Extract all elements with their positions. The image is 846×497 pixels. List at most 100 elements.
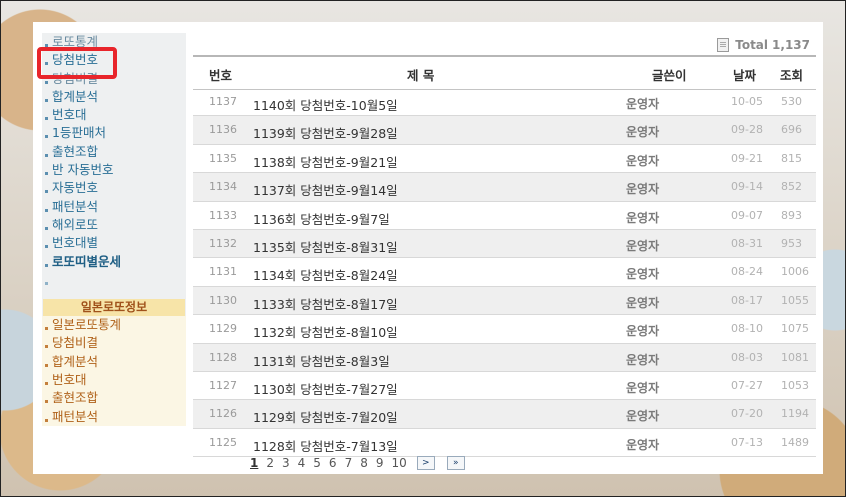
header-title: 제 목 <box>407 68 435 83</box>
row-date: 10-05 <box>731 95 763 108</box>
row-title-link[interactable]: 1138회 당첨번호-9월21일 <box>253 152 398 171</box>
table-header: 번호 제 목 글쓴이 날짜 조회 <box>193 55 816 90</box>
row-title-link[interactable]: 1140회 당첨번호-10월5일 <box>253 95 398 114</box>
row-date: 09-07 <box>731 208 763 222</box>
row-number: 1126 <box>209 407 237 421</box>
row-title-link[interactable]: 1135회 당첨번호-8월31일 <box>253 237 398 256</box>
sidebar-item-overseas-lotto[interactable]: 해외로또 <box>42 216 186 234</box>
table-row: 1137 1140회 당첨번호-10월5일 운영자 10-05 530 <box>193 88 816 117</box>
row-title-link[interactable]: 1136회 당첨번호-9월7일 <box>253 209 390 228</box>
table-body: 1137 1140회 당첨번호-10월5일 운영자 10-05 530 1136… <box>193 88 816 458</box>
row-date: 07-27 <box>731 378 763 392</box>
row-writer: 운영자 <box>626 153 660 168</box>
row-number: 1132 <box>209 236 237 250</box>
page-link-6[interactable]: 6 <box>325 456 341 470</box>
table-row: 1125 1128회 당첨번호-7월13일 운영자 07-13 1489 <box>193 429 816 458</box>
row-writer: 운영자 <box>626 238 660 253</box>
row-number: 1135 <box>209 151 237 165</box>
last-page-button[interactable]: » <box>446 456 465 470</box>
row-number: 1129 <box>209 322 237 336</box>
row-title-link[interactable]: 1139회 당첨번호-9월28일 <box>253 123 398 142</box>
sidebar-item-auto-numbers[interactable]: 자동번호 <box>42 179 186 197</box>
sidebar-item-by-number-range[interactable]: 번호대별 <box>42 234 186 252</box>
row-title-link[interactable]: 1137회 당첨번호-9월14일 <box>253 180 398 199</box>
row-views: 1055 <box>781 293 809 307</box>
sidebar-item-appearance-combo[interactable]: 출현조합 <box>42 143 186 161</box>
row-writer: 운영자 <box>626 295 660 310</box>
table-row: 1132 1135회 당첨번호-8월31일 운영자 08-31 953 <box>193 229 816 259</box>
next-page-button[interactable]: > <box>416 456 435 470</box>
row-date: 08-03 <box>731 350 763 364</box>
row-number: 1133 <box>209 208 237 222</box>
header-views: 조회 <box>780 68 804 83</box>
table-row: 1128 1131회 당첨번호-8월3일 운영자 08-03 1081 <box>193 343 816 372</box>
sidebar-item-sum-analysis[interactable]: 합계분석 <box>42 88 186 106</box>
japan-item-appearance-combo[interactable]: 출현조합 <box>42 389 186 407</box>
table-row: 1129 1132회 당첨번호-8월10일 운영자 08-10 1075 <box>193 315 816 344</box>
page-link-9[interactable]: 9 <box>372 456 388 470</box>
row-date: 08-24 <box>731 265 763 279</box>
pagination: 1 2 3 4 5 6 7 8 9 10 > » <box>246 456 465 470</box>
row-title-link[interactable]: 1128회 당첨번호-7월13일 <box>253 436 398 455</box>
row-views: 1194 <box>781 407 809 421</box>
row-views: 1489 <box>781 435 809 449</box>
row-date: 09-14 <box>731 180 763 194</box>
page-link-4[interactable]: 4 <box>294 456 310 470</box>
total-count: Total 1,137 <box>717 38 810 52</box>
sidebar-item-pattern-analysis[interactable]: 패턴분석 <box>42 198 186 216</box>
japan-lotto-header: 일본로또정보 <box>43 299 185 317</box>
content-panel: 로또통계 당첨번호 당첨비결 합계분석 번호대 1등판매처 출현조합 반 자동번… <box>33 22 823 474</box>
table-row: 1130 1133회 당첨번호-8월17일 운영자 08-17 1055 <box>193 286 816 316</box>
japan-item-sum-analysis[interactable]: 합계분석 <box>42 353 186 371</box>
row-number: 1125 <box>209 435 237 449</box>
page-link-2[interactable]: 2 <box>262 456 278 470</box>
table-row: 1131 1134회 당첨번호-8월24일 운영자 08-24 1006 <box>193 258 816 287</box>
row-writer: 운영자 <box>626 125 660 140</box>
page-link-3[interactable]: 3 <box>278 456 294 470</box>
row-number: 1130 <box>209 293 237 307</box>
row-date: 09-28 <box>731 123 763 137</box>
page-link-5[interactable]: 5 <box>309 456 325 470</box>
page-link-10[interactable]: 10 <box>387 456 410 470</box>
row-views: 1006 <box>781 265 809 279</box>
row-views: 1075 <box>781 322 809 336</box>
row-date: 08-31 <box>731 236 763 250</box>
row-title-link[interactable]: 1130회 당첨번호-7월27일 <box>253 379 398 398</box>
row-views: 953 <box>781 236 802 250</box>
row-writer: 운영자 <box>626 437 660 452</box>
sidebar-item-semi-auto[interactable]: 반 자동번호 <box>42 161 186 179</box>
sidebar-item-number-range[interactable]: 번호대 <box>42 106 186 124</box>
japan-item-number-range[interactable]: 번호대 <box>42 371 186 389</box>
japan-item-stats[interactable]: 일본로또통계 <box>42 316 186 334</box>
row-title-link[interactable]: 1131회 당첨번호-8월3일 <box>253 351 390 370</box>
row-title-link[interactable]: 1132회 당첨번호-8월10일 <box>253 322 398 341</box>
row-number: 1136 <box>209 123 237 137</box>
row-title-link[interactable]: 1133회 당첨번호-8월17일 <box>253 294 398 313</box>
row-writer: 운영자 <box>626 380 660 395</box>
row-number: 1134 <box>209 180 237 194</box>
sidebar-item-first-prize-stores[interactable]: 1등판매처 <box>42 124 186 142</box>
japan-item-winning-secret[interactable]: 당첨비결 <box>42 334 186 352</box>
row-writer: 운영자 <box>626 267 660 282</box>
row-views: 893 <box>781 208 802 222</box>
page-link-1[interactable]: 1 <box>246 456 262 470</box>
document-icon <box>717 38 730 52</box>
row-views: 852 <box>781 180 802 194</box>
page-link-7[interactable]: 7 <box>341 456 357 470</box>
row-number: 1131 <box>209 265 237 279</box>
sidebar-item-zodiac-fortune[interactable]: 로또띠별운세 <box>42 253 186 271</box>
header-num: 번호 <box>209 68 233 83</box>
row-title-link[interactable]: 1129회 당첨번호-7월20일 <box>253 407 398 426</box>
japan-item-pattern-analysis[interactable]: 패턴분석 <box>42 408 186 426</box>
page-link-8[interactable]: 8 <box>356 456 372 470</box>
table-row: 1134 1137회 당첨번호-9월14일 운영자 09-14 852 <box>193 173 816 202</box>
row-number: 1137 <box>209 95 237 108</box>
total-label: Total <box>735 38 769 52</box>
row-date: 07-20 <box>731 407 763 421</box>
row-writer: 운영자 <box>626 352 660 367</box>
highlight-annotation <box>37 47 117 79</box>
table-row: 1135 1138회 당첨번호-9월21일 운영자 09-21 815 <box>193 145 816 174</box>
row-title-link[interactable]: 1134회 당첨번호-8월24일 <box>253 265 398 284</box>
row-views: 1053 <box>781 378 809 392</box>
japan-menu: 일본로또통계 당첨비결 합계분석 번호대 출현조합 패턴분석 <box>42 316 186 426</box>
